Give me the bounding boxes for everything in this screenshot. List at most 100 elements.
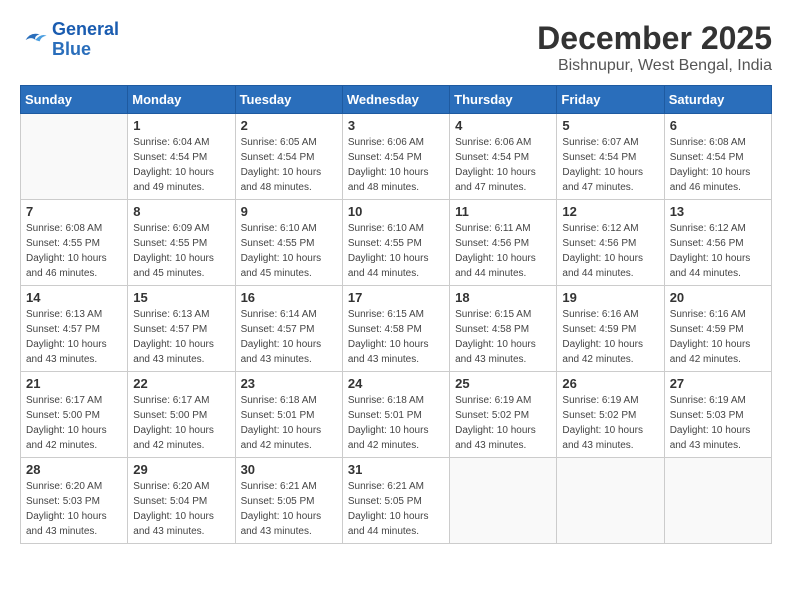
day-number: 28 — [26, 462, 122, 477]
day-info: Sunrise: 6:12 AMSunset: 4:56 PMDaylight:… — [670, 221, 766, 281]
table-row: 29 Sunrise: 6:20 AMSunset: 5:04 PMDayligh… — [128, 458, 235, 544]
day-info: Sunrise: 6:20 AMSunset: 5:04 PMDaylight:… — [133, 479, 229, 539]
day-number: 10 — [348, 204, 444, 219]
day-number: 14 — [26, 290, 122, 305]
day-number: 24 — [348, 376, 444, 391]
table-row: 14 Sunrise: 6:13 AMSunset: 4:57 PMDayligh… — [21, 286, 128, 372]
day-info: Sunrise: 6:10 AMSunset: 4:55 PMDaylight:… — [241, 221, 337, 281]
table-row: 12 Sunrise: 6:12 AMSunset: 4:56 PMDayligh… — [557, 200, 664, 286]
table-row: 23 Sunrise: 6:18 AMSunset: 5:01 PMDayligh… — [235, 372, 342, 458]
day-number: 3 — [348, 118, 444, 133]
day-info: Sunrise: 6:15 AMSunset: 4:58 PMDaylight:… — [455, 307, 551, 367]
table-row: 30Sunrise: 6:21 AMSunset: 5:05 PMDayligh… — [235, 458, 342, 544]
table-row: 20Sunrise: 6:16 AMSunset: 4:59 PMDayligh… — [664, 286, 771, 372]
logo-icon — [20, 26, 48, 54]
day-info: Sunrise: 6:08 AMSunset: 4:55 PMDaylight:… — [26, 221, 122, 281]
day-number: 15 — [133, 290, 229, 305]
table-row: 21 Sunrise: 6:17 AMSunset: 5:00 PMDayligh… — [21, 372, 128, 458]
table-row: 26Sunrise: 6:19 AMSunset: 5:02 PMDayligh… — [557, 372, 664, 458]
day-number: 16 — [241, 290, 337, 305]
table-row: 11 Sunrise: 6:11 AMSunset: 4:56 PMDayligh… — [450, 200, 557, 286]
table-row: 28 Sunrise: 6:20 AMSunset: 5:03 PMDayligh… — [21, 458, 128, 544]
header-thursday: Thursday — [450, 86, 557, 114]
table-row: 13Sunrise: 6:12 AMSunset: 4:56 PMDayligh… — [664, 200, 771, 286]
day-info: Sunrise: 6:17 AMSunset: 5:00 PMDaylight:… — [26, 393, 122, 453]
day-number: 27 — [670, 376, 766, 391]
day-info: Sunrise: 6:19 AMSunset: 5:02 PMDaylight:… — [562, 393, 658, 453]
table-row: 8Sunrise: 6:09 AMSunset: 4:55 PMDaylight… — [128, 200, 235, 286]
calendar-week-row: 1 Sunrise: 6:04 AMSunset: 4:54 PMDaylight… — [21, 114, 772, 200]
table-row: 1 Sunrise: 6:04 AMSunset: 4:54 PMDaylight… — [128, 114, 235, 200]
day-info: Sunrise: 6:07 AMSunset: 4:54 PMDaylight:… — [562, 135, 658, 195]
day-number: 12 — [562, 204, 658, 219]
table-row — [557, 458, 664, 544]
month-year-title: December 2025 — [537, 20, 772, 57]
day-number: 21 — [26, 376, 122, 391]
day-number: 25 — [455, 376, 551, 391]
calendar-table: Sunday Monday Tuesday Wednesday Thursday… — [20, 85, 772, 544]
header-saturday: Saturday — [664, 86, 771, 114]
title-section: December 2025 Bishnupur, West Bengal, In… — [537, 20, 772, 75]
day-number: 2 — [241, 118, 337, 133]
day-info: Sunrise: 6:16 AMSunset: 4:59 PMDaylight:… — [562, 307, 658, 367]
calendar-header-row: Sunday Monday Tuesday Wednesday Thursday… — [21, 86, 772, 114]
table-row — [664, 458, 771, 544]
day-info: Sunrise: 6:06 AMSunset: 4:54 PMDaylight:… — [348, 135, 444, 195]
table-row: 31 Sunrise: 6:21 AMSunset: 5:05 PMDayligh… — [342, 458, 449, 544]
header-tuesday: Tuesday — [235, 86, 342, 114]
day-info: Sunrise: 6:18 AMSunset: 5:01 PMDaylight:… — [348, 393, 444, 453]
day-info: Sunrise: 6:21 AMSunset: 5:05 PMDaylight:… — [241, 479, 337, 539]
day-info: Sunrise: 6:19 AMSunset: 5:02 PMDaylight:… — [455, 393, 551, 453]
calendar-week-row: 7 Sunrise: 6:08 AMSunset: 4:55 PMDaylight… — [21, 200, 772, 286]
day-info: Sunrise: 6:04 AMSunset: 4:54 PMDaylight:… — [133, 135, 229, 195]
page-header: General Blue December 2025 Bishnupur, We… — [20, 20, 772, 75]
table-row: 22 Sunrise: 6:17 AMSunset: 5:00 PMDayligh… — [128, 372, 235, 458]
day-info: Sunrise: 6:20 AMSunset: 5:03 PMDaylight:… — [26, 479, 122, 539]
day-info: Sunrise: 6:05 AMSunset: 4:54 PMDaylight:… — [241, 135, 337, 195]
table-row: 27 Sunrise: 6:19 AMSunset: 5:03 PMDayligh… — [664, 372, 771, 458]
day-number: 23 — [241, 376, 337, 391]
table-row: 25 Sunrise: 6:19 AMSunset: 5:02 PMDayligh… — [450, 372, 557, 458]
day-number: 11 — [455, 204, 551, 219]
table-row: 2 Sunrise: 6:05 AMSunset: 4:54 PMDaylight… — [235, 114, 342, 200]
day-number: 17 — [348, 290, 444, 305]
table-row: 19Sunrise: 6:16 AMSunset: 4:59 PMDayligh… — [557, 286, 664, 372]
day-info: Sunrise: 6:18 AMSunset: 5:01 PMDaylight:… — [241, 393, 337, 453]
day-info: Sunrise: 6:08 AMSunset: 4:54 PMDaylight:… — [670, 135, 766, 195]
day-number: 8 — [133, 204, 229, 219]
day-info: Sunrise: 6:19 AMSunset: 5:03 PMDaylight:… — [670, 393, 766, 453]
day-info: Sunrise: 6:21 AMSunset: 5:05 PMDaylight:… — [348, 479, 444, 539]
table-row: 18 Sunrise: 6:15 AMSunset: 4:58 PMDayligh… — [450, 286, 557, 372]
day-number: 29 — [133, 462, 229, 477]
table-row: 3 Sunrise: 6:06 AMSunset: 4:54 PMDaylight… — [342, 114, 449, 200]
day-info: Sunrise: 6:13 AMSunset: 4:57 PMDaylight:… — [26, 307, 122, 367]
table-row — [450, 458, 557, 544]
day-info: Sunrise: 6:12 AMSunset: 4:56 PMDaylight:… — [562, 221, 658, 281]
day-number: 9 — [241, 204, 337, 219]
header-wednesday: Wednesday — [342, 86, 449, 114]
header-monday: Monday — [128, 86, 235, 114]
logo: General Blue — [20, 20, 119, 60]
table-row: 7 Sunrise: 6:08 AMSunset: 4:55 PMDaylight… — [21, 200, 128, 286]
table-row: 4Sunrise: 6:06 AMSunset: 4:54 PMDaylight… — [450, 114, 557, 200]
day-info: Sunrise: 6:11 AMSunset: 4:56 PMDaylight:… — [455, 221, 551, 281]
day-info: Sunrise: 6:17 AMSunset: 5:00 PMDaylight:… — [133, 393, 229, 453]
table-row: 24 Sunrise: 6:18 AMSunset: 5:01 PMDayligh… — [342, 372, 449, 458]
table-row: 10Sunrise: 6:10 AMSunset: 4:55 PMDayligh… — [342, 200, 449, 286]
day-info: Sunrise: 6:14 AMSunset: 4:57 PMDaylight:… — [241, 307, 337, 367]
location-subtitle: Bishnupur, West Bengal, India — [537, 57, 772, 75]
day-info: Sunrise: 6:13 AMSunset: 4:57 PMDaylight:… — [133, 307, 229, 367]
calendar-week-row: 21 Sunrise: 6:17 AMSunset: 5:00 PMDayligh… — [21, 372, 772, 458]
table-row: 15 Sunrise: 6:13 AMSunset: 4:57 PMDayligh… — [128, 286, 235, 372]
table-row: 16 Sunrise: 6:14 AMSunset: 4:57 PMDayligh… — [235, 286, 342, 372]
day-number: 1 — [133, 118, 229, 133]
header-friday: Friday — [557, 86, 664, 114]
day-number: 4 — [455, 118, 551, 133]
day-number: 7 — [26, 204, 122, 219]
day-info: Sunrise: 6:15 AMSunset: 4:58 PMDaylight:… — [348, 307, 444, 367]
day-number: 31 — [348, 462, 444, 477]
table-row: 9 Sunrise: 6:10 AMSunset: 4:55 PMDaylight… — [235, 200, 342, 286]
calendar-week-row: 14 Sunrise: 6:13 AMSunset: 4:57 PMDayligh… — [21, 286, 772, 372]
day-number: 18 — [455, 290, 551, 305]
day-number: 22 — [133, 376, 229, 391]
